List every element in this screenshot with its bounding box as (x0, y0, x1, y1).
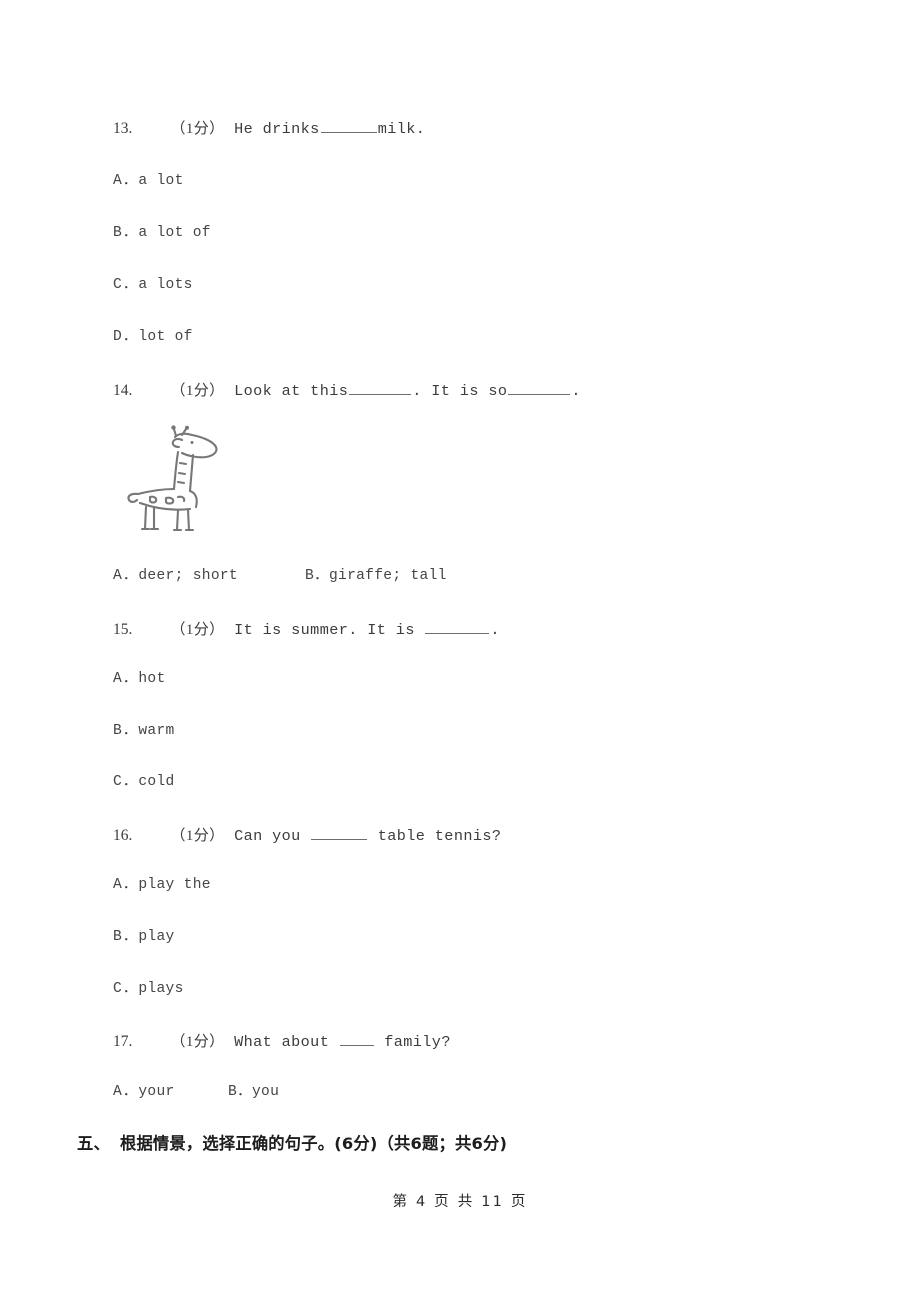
question-17-option-a[interactable]: A．your (113, 1084, 175, 1100)
option-label: B． (113, 723, 139, 739)
question-16-stem-text-1: Can you (234, 826, 311, 845)
option-label: A． (113, 173, 139, 189)
question-15-option-b[interactable]: B．warm (113, 723, 175, 739)
question-15-stem: 15. （1分） It is summer. It is . (113, 619, 860, 639)
question-13-option-d[interactable]: D．lot of (113, 329, 193, 345)
option-text: lot of (138, 329, 193, 345)
question-13-number: 13. (113, 119, 133, 137)
question-16-blank (311, 825, 368, 840)
question-15-option-a[interactable]: A．hot (113, 671, 166, 687)
question-17-blank (339, 1031, 374, 1046)
question-13-stem-text-1: He drinks (234, 119, 320, 138)
question-13-option-a[interactable]: A．a lot (113, 173, 184, 189)
option-label: C． (113, 981, 139, 997)
question-16: 16. （1分） Can you table tennis? (113, 825, 860, 845)
question-16-stem-text-2: table tennis? (368, 826, 502, 845)
option-text: cold (138, 774, 175, 790)
question-13-stem: 13. （1分） He drinks milk. (113, 118, 860, 138)
section-heading: 五、 根据情景，选择正确的句子。(6分)（共6题；共6分) (77, 1130, 507, 1154)
page-number-text: 第 4 页 共 11 页 (392, 1194, 528, 1210)
question-16-option-a[interactable]: A．play the (113, 877, 211, 893)
question-16-mark: （1分） (170, 827, 225, 844)
option-label: C． (113, 774, 139, 790)
question-14-number: 14. (113, 381, 133, 399)
option-label: B． (305, 568, 329, 584)
section-index: 五、 (77, 1134, 110, 1153)
question-13-mark: （1分） (170, 120, 225, 137)
option-text: your (138, 1084, 175, 1100)
question-15-stem-text-2: . (490, 620, 500, 639)
question-15-option-c[interactable]: C．cold (113, 774, 175, 790)
option-text: warm (138, 723, 175, 739)
question-16-option-c[interactable]: C．plays (113, 981, 184, 997)
question-14-stem-text-2: . It is so (412, 381, 508, 400)
question-14-option-b[interactable]: B．giraffe; tall (305, 568, 447, 584)
option-text: a lot (138, 173, 184, 189)
question-14: 14. （1分） Look at this . It is so. (113, 380, 860, 400)
option-label: D． (113, 329, 139, 345)
question-17-option-b[interactable]: B．you (228, 1084, 279, 1100)
question-16-option-b[interactable]: B．play (113, 929, 175, 945)
question-15-stem-text-1: It is summer. It is (234, 620, 425, 639)
question-16-stem: 16. （1分） Can you table tennis? (113, 825, 860, 845)
option-label: A． (113, 671, 139, 687)
option-text: play the (138, 877, 211, 893)
option-label: A． (113, 568, 139, 584)
question-15-mark: （1分） (170, 621, 225, 638)
question-15: 15. （1分） It is summer. It is . (113, 619, 860, 639)
option-label: A． (113, 877, 139, 893)
option-text: plays (138, 981, 184, 997)
question-14-mark: （1分） (170, 382, 225, 399)
question-14-stem: 14. （1分） Look at this . It is so. (113, 380, 860, 400)
question-15-number: 15. (113, 620, 133, 638)
question-14-stem-text-1: Look at this (234, 381, 349, 400)
document-page: 13. （1分） He drinks milk. A．a lot B．a lot … (0, 0, 920, 1302)
question-17: 17. （1分） What about family? (113, 1031, 860, 1051)
section-title: 根据情景，选择正确的句子。(6分)（共6题；共6分) (119, 1134, 508, 1153)
option-label: B． (228, 1084, 252, 1100)
question-17-stem-text-1: What about (234, 1032, 339, 1051)
giraffe-line-drawing-icon (127, 425, 218, 532)
question-14-blank-2 (508, 380, 571, 395)
question-17-mark: （1分） (170, 1033, 225, 1050)
page-footer: 第 4 页 共 11 页 (0, 1190, 920, 1211)
option-text: hot (138, 671, 166, 687)
option-text: deer; short (138, 568, 238, 584)
option-text: you (251, 1084, 280, 1100)
question-13-option-b[interactable]: B．a lot of (113, 225, 211, 241)
option-label: B． (113, 929, 139, 945)
question-17-number: 17. (113, 1032, 133, 1050)
option-label: B． (113, 225, 139, 241)
question-16-number: 16. (113, 826, 133, 844)
option-text: play (138, 929, 175, 945)
question-15-blank (425, 619, 490, 634)
question-17-stem: 17. （1分） What about family? (113, 1031, 860, 1051)
question-14-blank-1 (349, 380, 412, 395)
option-text: a lots (138, 277, 193, 293)
option-label: A． (113, 1084, 139, 1100)
question-13-blank (320, 118, 377, 133)
question-17-stem-text-2: family? (374, 1032, 451, 1051)
option-text: giraffe; tall (328, 568, 447, 584)
question-13: 13. （1分） He drinks milk. (113, 118, 860, 138)
question-14-stem-text-3: . (571, 381, 581, 400)
giraffe-figure (116, 423, 234, 541)
question-13-stem-text-2: milk. (377, 119, 426, 138)
option-text: a lot of (138, 225, 211, 241)
question-14-option-a[interactable]: A．deer; short (113, 568, 238, 584)
option-label: C． (113, 277, 139, 293)
question-13-option-c[interactable]: C．a lots (113, 277, 193, 293)
